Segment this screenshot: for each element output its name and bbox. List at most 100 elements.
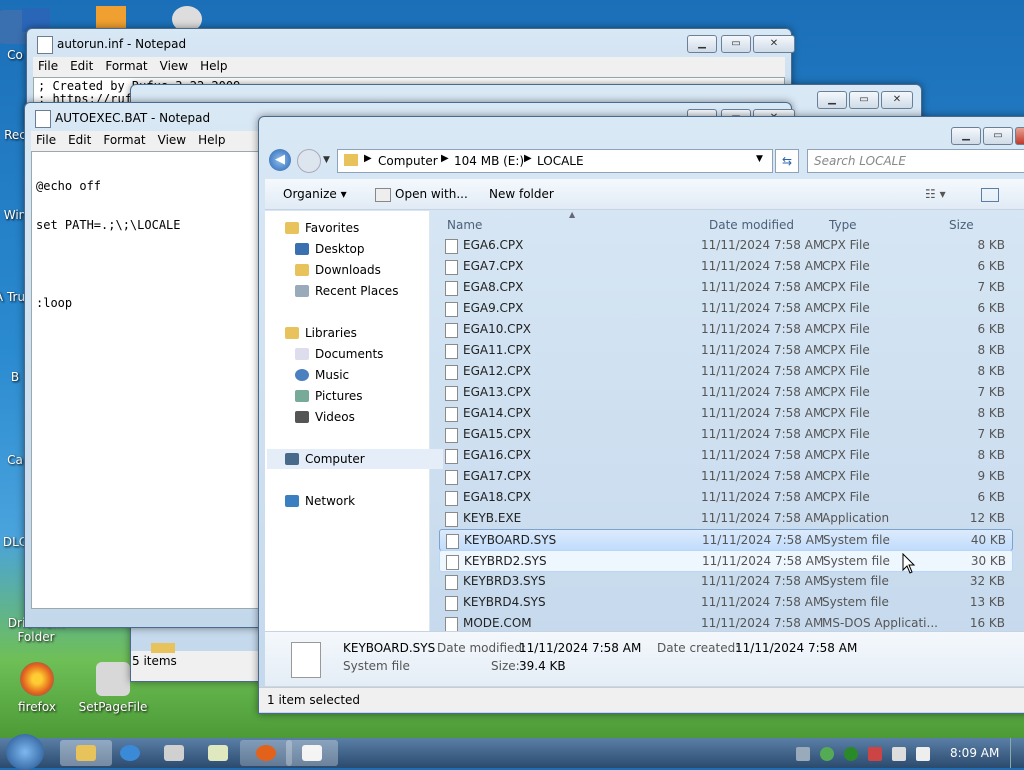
tray-app-icon[interactable] <box>868 747 882 761</box>
close-button[interactable]: ✕ <box>1015 127 1024 145</box>
nav-network[interactable]: Network <box>285 494 355 508</box>
tray-display-icon[interactable] <box>892 747 906 761</box>
file-name: KEYBOARD.SYS <box>464 533 557 547</box>
start-button[interactable] <box>6 734 44 770</box>
file-row[interactable]: EGA16.CPX 11/11/2024 7:58 AM CPX File 8 KB <box>439 445 1011 465</box>
maximize-button[interactable]: ▭ <box>983 127 1013 145</box>
file-row[interactable]: KEYBRD4.SYS 11/11/2024 7:58 AM System file… <box>439 592 1011 612</box>
taskbar-notepad[interactable] <box>286 740 338 766</box>
nav-computer[interactable]: Computer <box>267 449 443 469</box>
file-row[interactable]: EGA11.CPX 11/11/2024 7:58 AM CPX File 8 KB <box>439 340 1011 360</box>
menu-file[interactable]: File <box>33 57 65 73</box>
file-row[interactable]: KEYBRD2.SYS 11/11/2024 7:58 AM System file… <box>439 550 1013 572</box>
minimize-button[interactable]: ▁ <box>951 127 981 145</box>
file-row[interactable]: KEYBOARD.SYS 11/11/2024 7:58 AM System fil… <box>439 529 1013 551</box>
nav-desktop[interactable]: Desktop <box>295 242 365 256</box>
file-row[interactable]: EGA9.CPX 11/11/2024 7:58 AM CPX File 6 KB <box>439 298 1011 318</box>
clock[interactable]: 8:09 AM <box>950 746 999 760</box>
nav-favorites[interactable]: Favorites <box>285 221 359 235</box>
menu-format[interactable]: Format <box>98 131 152 147</box>
menu-view[interactable]: View <box>153 131 193 147</box>
refresh-button[interactable]: ⇆ <box>775 149 799 173</box>
file-size: 8 KB <box>977 448 1005 462</box>
maximize-button[interactable]: ▭ <box>849 91 879 109</box>
file-name: EGA11.CPX <box>463 343 532 357</box>
nav-documents[interactable]: Documents <box>295 347 383 361</box>
breadcrumb-locale[interactable]: LOCALE <box>537 154 584 168</box>
file-type: System file <box>822 574 889 588</box>
file-row[interactable]: KEYBRD3.SYS 11/11/2024 7:58 AM System file… <box>439 571 1011 591</box>
nav-recent-places[interactable]: Recent Places <box>295 284 398 298</box>
file-row[interactable]: EGA10.CPX 11/11/2024 7:58 AM CPX File 6 KB <box>439 319 1011 339</box>
nav-music[interactable]: Music <box>295 368 349 382</box>
menu-edit[interactable]: Edit <box>65 57 100 73</box>
pictures-icon <box>295 390 309 402</box>
file-row[interactable]: EGA15.CPX 11/11/2024 7:58 AM CPX File 7 KB <box>439 424 1011 444</box>
close-button[interactable]: ✕ <box>753 35 795 53</box>
file-row[interactable]: EGA8.CPX 11/11/2024 7:58 AM CPX File 7 KB <box>439 277 1011 297</box>
minimize-button[interactable]: ▁ <box>817 91 847 109</box>
col-name[interactable]: Name <box>447 218 482 232</box>
taskbar-firefox[interactable] <box>240 740 292 766</box>
file-type: CPX File <box>822 301 870 315</box>
chevron-down-icon[interactable]: ▼ <box>756 154 763 164</box>
file-row[interactable]: MODE.COM 11/11/2024 7:58 AM MS-DOS Applica… <box>439 613 1011 633</box>
menu-edit[interactable]: Edit <box>63 131 98 147</box>
network-tool-icon <box>164 745 184 761</box>
search-box[interactable]: Search LOCALE <box>807 149 1024 173</box>
sort-indicator-icon: ▲ <box>569 210 576 219</box>
recent-pages-dropdown[interactable]: ▼ <box>323 155 330 165</box>
file-row[interactable]: EGA14.CPX 11/11/2024 7:58 AM CPX File 8 KB <box>439 403 1011 423</box>
file-date: 11/11/2024 7:58 AM <box>701 322 824 336</box>
nav-videos[interactable]: Videos <box>295 410 355 424</box>
file-row[interactable]: EGA17.CPX 11/11/2024 7:58 AM CPX File 9 KB <box>439 466 1011 486</box>
forward-button[interactable] <box>297 149 321 173</box>
tray-volume-icon[interactable] <box>916 747 930 761</box>
open-with-button[interactable]: Open with... <box>395 187 468 201</box>
file-row[interactable]: EGA18.CPX 11/11/2024 7:58 AM CPX File 6 KB <box>439 487 1011 507</box>
menu-help[interactable]: Help <box>193 131 232 147</box>
col-date[interactable]: Date modified <box>709 218 794 232</box>
search-input[interactable]: Search LOCALE <box>814 154 906 168</box>
col-size[interactable]: Size <box>949 218 974 232</box>
breadcrumb-computer[interactable]: Computer <box>378 154 438 168</box>
desktop-icon <box>295 243 309 255</box>
nav-libraries[interactable]: Libraries <box>285 326 357 340</box>
file-row[interactable]: KEYB.EXE 11/11/2024 7:58 AM Application 12 … <box>439 508 1011 528</box>
file-date: 11/11/2024 7:58 AM <box>701 490 824 504</box>
organize-button[interactable]: Organize ▾ <box>283 187 347 201</box>
maximize-button[interactable]: ▭ <box>721 35 751 53</box>
file-row[interactable]: EGA7.CPX 11/11/2024 7:58 AM CPX File 6 KB <box>439 256 1011 276</box>
tray-play-icon[interactable] <box>844 747 858 761</box>
nav-label: Libraries <box>305 326 357 340</box>
menu-help[interactable]: Help <box>195 57 234 73</box>
file-name: EGA17.CPX <box>463 469 532 483</box>
preview-pane-button[interactable] <box>981 188 999 202</box>
tray-security-icon[interactable] <box>820 747 834 761</box>
menu-view[interactable]: View <box>155 57 195 73</box>
file-row[interactable]: EGA13.CPX 11/11/2024 7:58 AM CPX File 7 KB <box>439 382 1011 402</box>
title-bar[interactable]: autorun.inf - Notepad ▁ ▭ ✕ <box>27 29 795 57</box>
view-options-button[interactable]: ☷ ▾ <box>925 187 946 201</box>
nav-downloads[interactable]: Downloads <box>295 263 381 277</box>
file-icon <box>445 596 458 611</box>
tray-network-icon[interactable] <box>796 747 810 761</box>
address-bar[interactable]: ▶ Computer ▶ 104 MB (E:) ▶ LOCALE ▼ <box>337 149 773 173</box>
details-created: 11/11/2024 7:58 AM <box>735 641 858 655</box>
nav-pictures[interactable]: Pictures <box>295 389 363 403</box>
minimize-button[interactable]: ▁ <box>687 35 717 53</box>
close-button[interactable]: ✕ <box>881 91 913 109</box>
file-row[interactable]: EGA6.CPX 11/11/2024 7:58 AM CPX File 8 KB <box>439 235 1011 255</box>
back-button[interactable]: ◀ <box>269 149 291 171</box>
menu-format[interactable]: Format <box>100 57 154 73</box>
show-desktop-button[interactable] <box>1010 738 1024 768</box>
file-size: 30 KB <box>970 554 1006 568</box>
file-row[interactable]: EGA12.CPX 11/11/2024 7:58 AM CPX File 8 KB <box>439 361 1011 381</box>
col-type[interactable]: Type <box>829 218 857 232</box>
desktop-icon-firefox[interactable]: firefox <box>2 662 72 714</box>
menu-file[interactable]: File <box>31 131 63 147</box>
new-folder-button[interactable]: New folder <box>489 187 554 201</box>
taskbar-app3[interactable] <box>192 740 244 766</box>
breadcrumb-drive[interactable]: 104 MB (E:) <box>454 154 524 168</box>
explorer-window[interactable]: ▁ ▭ ✕ ◀ ▼ ▶ Computer ▶ 104 MB (E:) ▶ LOC… <box>258 116 1024 714</box>
